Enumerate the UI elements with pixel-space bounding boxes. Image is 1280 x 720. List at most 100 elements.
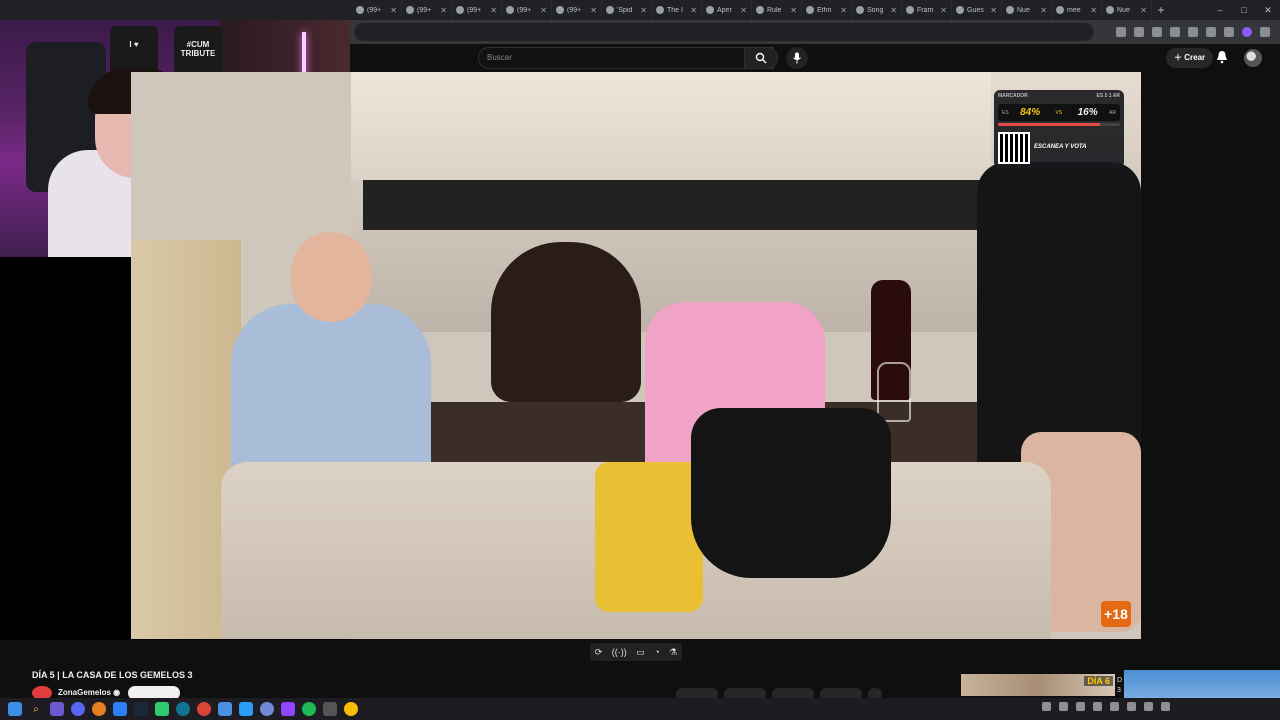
browser-tab[interactable]: (99+ ✕: [402, 0, 452, 20]
extension-icon[interactable]: [1170, 27, 1180, 37]
browser-tab[interactable]: Ethn ✕: [802, 0, 852, 20]
tray-icon[interactable]: [1059, 702, 1068, 711]
close-tab-icon[interactable]: ✕: [1140, 6, 1147, 15]
browser-tab[interactable]: (99+ ✕: [552, 0, 602, 20]
browser-tab[interactable]: Gues ✕: [952, 0, 1002, 20]
close-tab-icon[interactable]: ✕: [990, 6, 997, 15]
browser-tab[interactable]: Fram ✕: [902, 0, 952, 20]
app-icon[interactable]: [113, 702, 127, 716]
tray-icon[interactable]: [1144, 702, 1153, 711]
chrome-icon[interactable]: [344, 702, 358, 716]
left-percentage: 84%: [1020, 107, 1041, 118]
close-tab-icon[interactable]: ✕: [940, 6, 947, 15]
close-tab-icon[interactable]: ✕: [740, 6, 747, 15]
browser-tab[interactable]: Rule ✕: [752, 0, 802, 20]
voice-search-button[interactable]: [786, 47, 808, 69]
tab-label: 'Spid: [617, 6, 633, 14]
extension-icon[interactable]: [1152, 27, 1162, 37]
vote-score-row: ES 84% VS 16% AR: [998, 104, 1120, 121]
close-tab-icon[interactable]: ✕: [490, 6, 497, 15]
browser-tab-strip: (99+ ✕ (99+ ✕ (99+ ✕ (99+ ✕ (99+ ✕ 'Spid ✕ The I ✕ Ape…: [0, 0, 1280, 20]
task-view-icon[interactable]: [50, 702, 64, 716]
browser-tab[interactable]: (99+ ✕: [352, 0, 402, 20]
close-tab-icon[interactable]: ✕: [1090, 6, 1097, 15]
puzzle-icon[interactable]: [1188, 27, 1198, 37]
search-input[interactable]: Buscar: [478, 47, 774, 69]
star-icon[interactable]: [1206, 27, 1216, 37]
discord-icon[interactable]: [260, 702, 274, 716]
maximize-button[interactable]: □: [1232, 0, 1256, 20]
extension-icon[interactable]: [1116, 27, 1126, 37]
browser-tab[interactable]: Nue ✕: [1002, 0, 1052, 20]
broadcast-icon[interactable]: ((·)): [612, 647, 627, 657]
window: [363, 180, 1003, 230]
close-tab-icon[interactable]: ✕: [890, 6, 897, 15]
right-label: AR: [1109, 109, 1116, 116]
close-tab-icon[interactable]: ✕: [440, 6, 447, 15]
close-window-button[interactable]: ✕: [1256, 0, 1280, 20]
tray-icon[interactable]: [1076, 702, 1085, 711]
new-tab-button[interactable]: +: [1152, 3, 1170, 17]
omnibox[interactable]: [354, 23, 1094, 41]
close-tab-icon[interactable]: ✕: [790, 6, 797, 15]
windows-start-icon[interactable]: [8, 702, 22, 716]
suggested-video-thumbnail[interactable]: DÍA 6: [961, 674, 1115, 696]
video-player[interactable]: [131, 72, 1141, 639]
browser-tab[interactable]: mee ✕: [1052, 0, 1102, 20]
spotify-icon[interactable]: [302, 702, 316, 716]
app-icon[interactable]: [92, 702, 106, 716]
app-icon[interactable]: [176, 702, 190, 716]
search-button[interactable]: [744, 47, 778, 69]
notifications-button[interactable]: [1216, 50, 1228, 69]
close-tab-icon[interactable]: ✕: [840, 6, 847, 15]
app-icon[interactable]: [155, 702, 169, 716]
youtube-header: Buscar ＋ Crear: [350, 44, 1280, 72]
close-tab-icon[interactable]: ✕: [690, 6, 697, 15]
overlay-header: MARCADOR ES 5 1 AR: [998, 93, 1120, 99]
browser-tab[interactable]: Song ✕: [852, 0, 902, 20]
tray-icon[interactable]: [1161, 702, 1170, 711]
tiktok-icon: [406, 6, 414, 14]
profile-icon[interactable]: [1242, 27, 1252, 37]
browser-tab[interactable]: (99+ ✕: [452, 0, 502, 20]
browser-tab[interactable]: Nue ✕: [1102, 0, 1152, 20]
chrome-icon[interactable]: [197, 702, 211, 716]
bookmark-icon[interactable]: [1134, 27, 1144, 37]
app-icon[interactable]: [71, 702, 85, 716]
tab-list: (99+ ✕ (99+ ✕ (99+ ✕ (99+ ✕ (99+ ✕ 'Spid ✕ The I ✕ Ape…: [352, 0, 1152, 20]
browser-tab[interactable]: Aper ✕: [702, 0, 752, 20]
browser-tab[interactable]: The I ✕: [652, 0, 702, 20]
twitch-icon[interactable]: [281, 702, 295, 716]
account-avatar[interactable]: [1244, 49, 1262, 67]
extensions-area: [1116, 27, 1280, 37]
create-button[interactable]: ＋ Crear: [1166, 48, 1214, 68]
browser-tab[interactable]: (99+ ✕: [502, 0, 552, 20]
app-icon[interactable]: [218, 702, 232, 716]
theater-icon[interactable]: ▭: [636, 647, 645, 658]
app-icon[interactable]: [239, 702, 253, 716]
tray-icon[interactable]: [1110, 702, 1119, 711]
globe-icon: [1006, 6, 1014, 14]
app-icon[interactable]: [323, 702, 337, 716]
menu-icon[interactable]: [1260, 27, 1270, 37]
steam-icon[interactable]: [134, 702, 148, 716]
browser-tab[interactable]: 'Spid ✕: [602, 0, 652, 20]
extension-icon[interactable]: [1224, 27, 1234, 37]
right-percentage: 16%: [1077, 107, 1098, 118]
close-tab-icon[interactable]: ✕: [640, 6, 647, 15]
close-tab-icon[interactable]: ✕: [390, 6, 397, 15]
tray-icon[interactable]: [1127, 702, 1136, 711]
channel-name[interactable]: ZonaGemelos ◉: [58, 688, 120, 697]
flask-icon[interactable]: ⚗: [669, 647, 677, 658]
loop-icon[interactable]: ⟳: [595, 647, 603, 658]
tray-icon[interactable]: [1093, 702, 1102, 711]
tiktok-icon: [556, 6, 564, 14]
search-icon[interactable]: ⌕: [29, 702, 43, 716]
tray-icon[interactable]: [1042, 702, 1051, 711]
close-tab-icon[interactable]: ✕: [540, 6, 547, 15]
close-tab-icon[interactable]: ✕: [1040, 6, 1047, 15]
globe-icon: [1106, 6, 1114, 14]
minimize-button[interactable]: –: [1208, 0, 1232, 20]
close-tab-icon[interactable]: ✕: [590, 6, 597, 15]
speed-icon[interactable]: ◔: [654, 647, 659, 657]
